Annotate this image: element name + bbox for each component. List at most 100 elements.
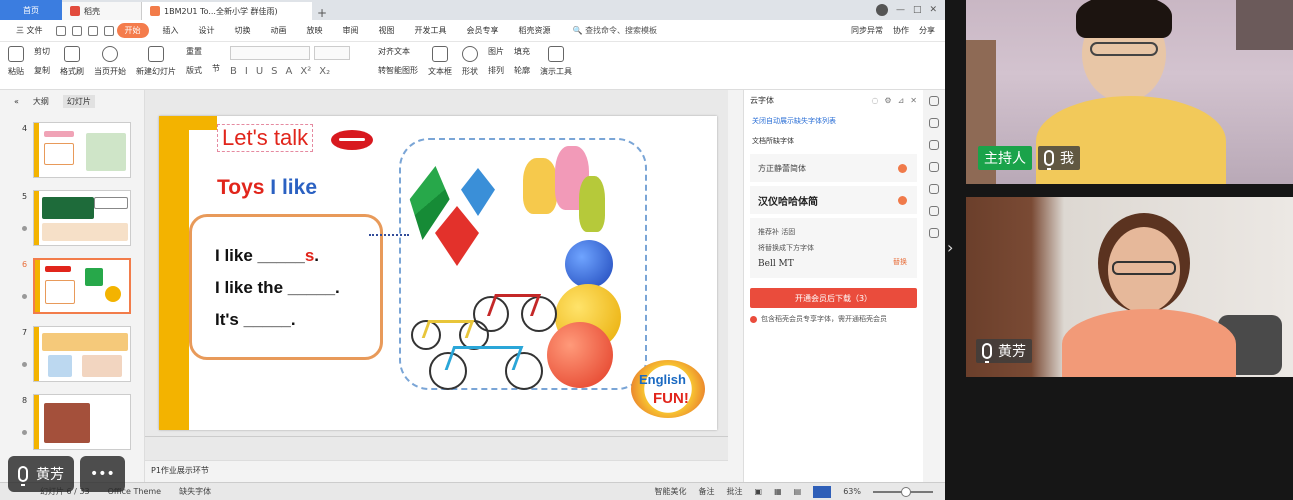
- canvas-scrollbar[interactable]: [145, 436, 728, 460]
- slide-thumbnail[interactable]: 7: [0, 326, 145, 386]
- download-font-icon[interactable]: [898, 163, 907, 173]
- redo-icon[interactable]: [103, 25, 114, 36]
- slide-thumbnail[interactable]: 5: [0, 190, 145, 250]
- participant-video-host[interactable]: 主持人 我: [966, 0, 1293, 184]
- image-button[interactable]: 图片: [488, 46, 504, 57]
- help-icon[interactable]: [929, 162, 939, 172]
- menu-member[interactable]: 会员专享: [457, 25, 509, 36]
- cut-button[interactable]: 剪切: [34, 46, 50, 57]
- close-pane-icon[interactable]: ✕: [910, 96, 917, 105]
- sentence-line-2[interactable]: I like the _____.: [215, 278, 340, 298]
- tab-outline[interactable]: 大纲: [33, 96, 49, 107]
- maximize-icon[interactable]: □: [913, 5, 922, 15]
- new-tab-button[interactable]: +: [312, 6, 332, 20]
- slide-thumbnail[interactable]: 8: [0, 394, 145, 454]
- expand-video-chevron-icon[interactable]: ›: [947, 238, 961, 262]
- smart-beautify-button[interactable]: 智能美化: [655, 486, 687, 497]
- menu-developer[interactable]: 开发工具: [405, 25, 457, 36]
- notes-toggle-button[interactable]: 备注: [699, 486, 715, 497]
- slide-thumbnail-active[interactable]: 6: [0, 258, 145, 318]
- menu-insert[interactable]: 插入: [153, 25, 189, 36]
- slide-thumbnail[interactable]: 4: [0, 122, 145, 182]
- command-search[interactable]: 🔍 查找命令、搜索模板: [573, 25, 658, 36]
- print-icon[interactable]: [71, 25, 82, 36]
- copy-button[interactable]: 复制: [34, 65, 50, 76]
- fill-button[interactable]: 填充: [514, 46, 530, 57]
- demo-tools-button[interactable]: 演示工具: [540, 46, 572, 77]
- font-color-button[interactable]: A: [286, 66, 293, 77]
- menu-transition[interactable]: 切换: [225, 25, 261, 36]
- menu-animation[interactable]: 动画: [261, 25, 297, 36]
- active-speaker-badge[interactable]: 黄芳: [8, 456, 74, 492]
- font-family-select[interactable]: [230, 46, 310, 60]
- collaborate-button[interactable]: 协作: [893, 25, 909, 36]
- download-font-icon[interactable]: [898, 195, 907, 205]
- auto-show-toggle-link[interactable]: 关闭自动展示缺失字体列表: [744, 110, 923, 132]
- lets-talk-heading[interactable]: Let's talk: [217, 124, 314, 152]
- location-icon[interactable]: [929, 206, 939, 216]
- sentence-line-3[interactable]: It's _____.: [215, 310, 296, 330]
- undo-icon[interactable]: [87, 25, 98, 36]
- arrange-button[interactable]: 排列: [488, 65, 504, 76]
- menu-docer-resources[interactable]: 稻壳资源: [509, 25, 561, 36]
- share-button[interactable]: 分享: [919, 25, 935, 36]
- current-slide[interactable]: Let's talk Toys I like I like _____s. I …: [159, 116, 717, 430]
- layout-button[interactable]: 版式: [186, 65, 202, 76]
- sentence-line-1[interactable]: I like _____s.: [215, 246, 319, 266]
- speaker-notes[interactable]: P1作业展示环节: [145, 460, 728, 482]
- reset-button[interactable]: 重置: [186, 46, 202, 57]
- menu-file[interactable]: 三 文件: [6, 25, 53, 36]
- menu-start[interactable]: 开始: [116, 23, 149, 38]
- more-options-button[interactable]: •••: [80, 456, 125, 492]
- sorter-view-icon[interactable]: ▦: [774, 487, 782, 496]
- format-painter-button[interactable]: 格式刷: [60, 46, 84, 77]
- section-button[interactable]: 节: [212, 63, 220, 74]
- outline-button[interactable]: 轮廓: [514, 65, 530, 76]
- font-size-select[interactable]: [314, 46, 350, 60]
- italic-button[interactable]: I: [245, 66, 248, 77]
- pin-tool-icon[interactable]: [929, 118, 939, 128]
- zoom-slider[interactable]: [873, 486, 933, 497]
- close-icon[interactable]: ✕: [929, 5, 937, 15]
- collapse-icon[interactable]: «: [14, 97, 19, 106]
- tab-active-document[interactable]: 1BM2U1 To...全新小学 群佳雨): [142, 2, 312, 20]
- paste-button[interactable]: 粘贴: [8, 46, 24, 77]
- slide-editing-canvas[interactable]: Let's talk Toys I like I like _____s. I …: [145, 90, 728, 460]
- adjust-icon[interactable]: [929, 96, 939, 106]
- missing-font-item[interactable]: 汉仪哈哈体简: [750, 186, 917, 214]
- new-slide-button[interactable]: 新建幻灯片: [136, 46, 176, 77]
- participant-video-huangfang[interactable]: 黄芳: [966, 197, 1293, 377]
- menu-view[interactable]: 视图: [369, 25, 405, 36]
- text-tool-icon[interactable]: [929, 228, 939, 238]
- menu-review[interactable]: 审阅: [333, 25, 369, 36]
- settings-icon[interactable]: ⚙: [884, 96, 891, 105]
- slideshow-play-button[interactable]: [813, 485, 832, 498]
- reading-view-icon[interactable]: ▤: [794, 487, 802, 496]
- text-box-button[interactable]: 文本框: [428, 46, 452, 77]
- replace-font-link[interactable]: 替换: [893, 254, 907, 270]
- toys-heading[interactable]: Toys I like: [217, 176, 317, 200]
- align-text-button[interactable]: 对齐文本: [378, 46, 418, 57]
- underline-button[interactable]: U: [256, 66, 263, 77]
- missing-font-status[interactable]: 缺失字体: [179, 486, 211, 497]
- menu-design[interactable]: 设计: [189, 25, 225, 36]
- missing-font-item[interactable]: 方正静蕾简体: [750, 154, 917, 182]
- bold-button[interactable]: B: [230, 66, 237, 77]
- comments-toggle-button[interactable]: 批注: [727, 486, 743, 497]
- smart-shape-button[interactable]: 转智能图形: [378, 65, 418, 76]
- tab-home[interactable]: 首页: [0, 0, 62, 20]
- animation-tool-icon[interactable]: [929, 140, 939, 150]
- pin-icon[interactable]: ⊿: [898, 96, 905, 105]
- subscript-button[interactable]: X₂: [319, 66, 330, 77]
- chat-icon[interactable]: ◌: [871, 96, 878, 105]
- superscript-button[interactable]: X²: [300, 66, 311, 77]
- download-after-membership-button[interactable]: 开通会员后下载（3）: [750, 288, 917, 308]
- sync-status[interactable]: 同步异常: [851, 25, 883, 36]
- strikethrough-button[interactable]: S: [271, 66, 277, 77]
- minimize-icon[interactable]: —: [896, 5, 905, 15]
- menu-slideshow[interactable]: 放映: [297, 25, 333, 36]
- tab-slides[interactable]: 幻灯片: [62, 94, 95, 108]
- save-icon[interactable]: [55, 25, 66, 36]
- picture-tool-icon[interactable]: [929, 184, 939, 194]
- avatar[interactable]: [875, 4, 888, 16]
